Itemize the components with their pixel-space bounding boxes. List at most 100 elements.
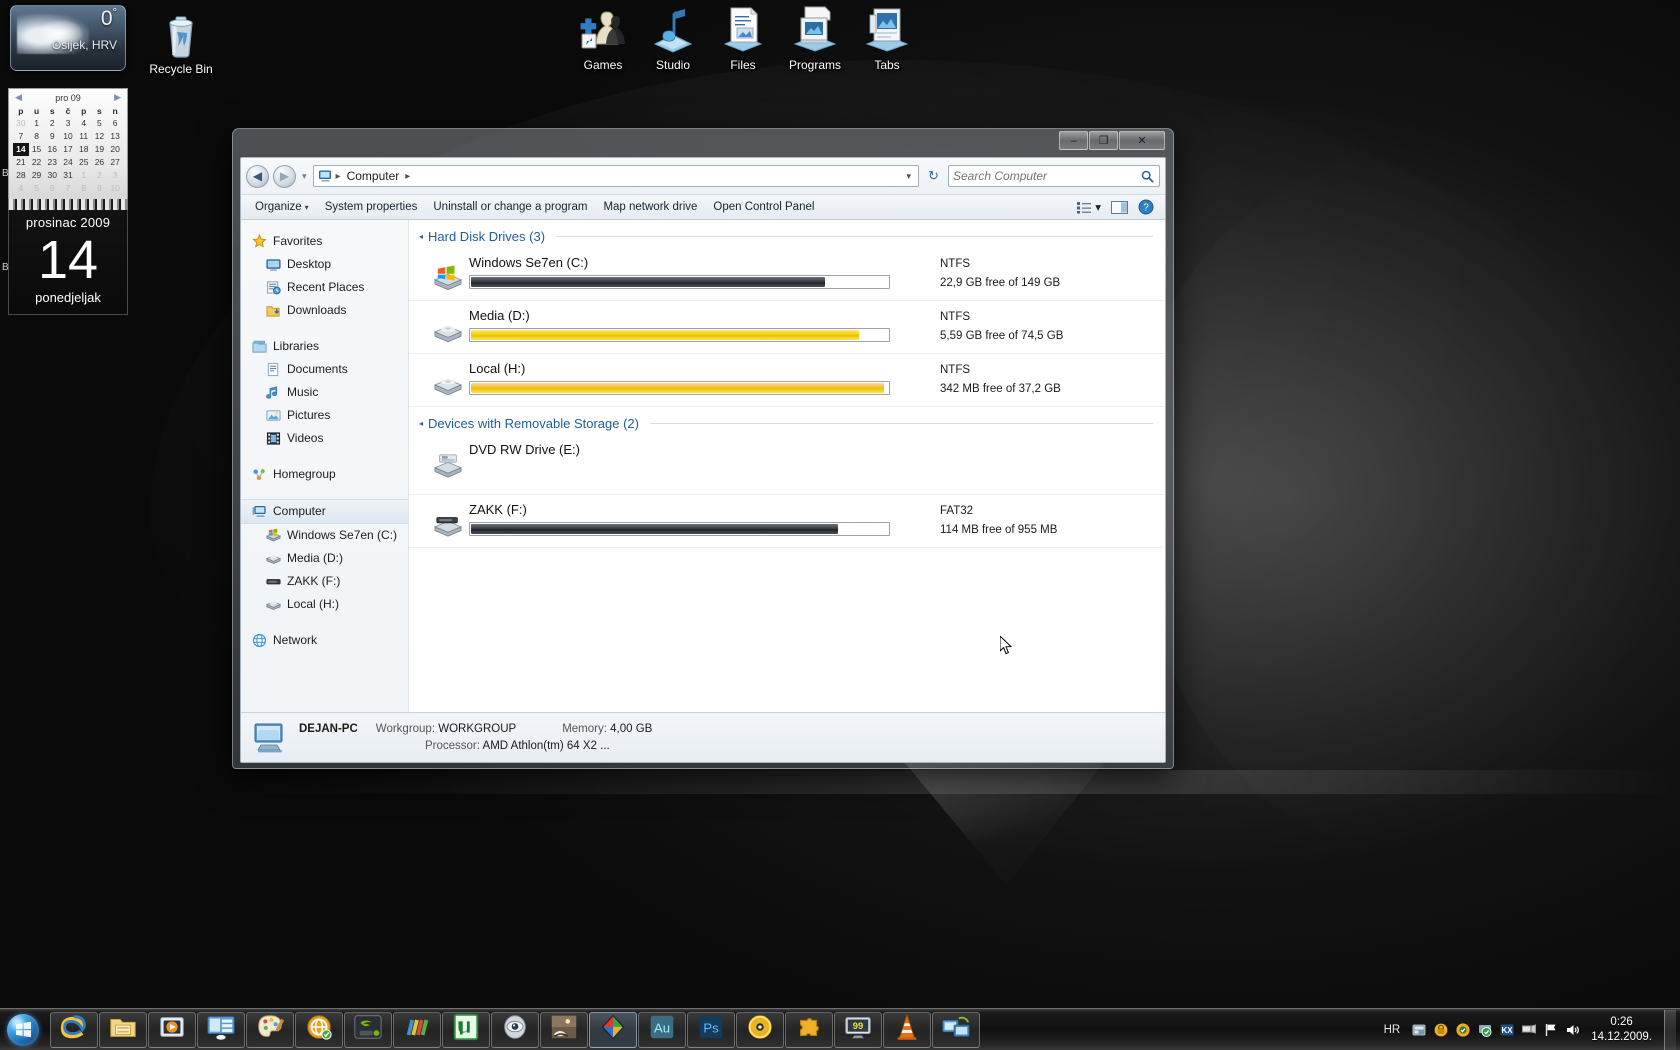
taskbar-item-display-settings[interactable] bbox=[197, 1011, 245, 1048]
command-uninstall-program[interactable]: Uninstall or change a program bbox=[425, 197, 595, 217]
tray-volume-icon[interactable] bbox=[1563, 1020, 1583, 1040]
command-map-network-drive[interactable]: Map network drive bbox=[595, 197, 705, 217]
help-button[interactable]: ? bbox=[1133, 196, 1159, 218]
calendar-day-cell[interactable]: 6 bbox=[44, 182, 60, 195]
chevron-down-icon[interactable]: ▾ bbox=[902, 171, 915, 182]
taskbar-item-nvidia-control-panel[interactable] bbox=[344, 1011, 392, 1048]
drive-row[interactable]: DVD DVD RW Drive (E:) bbox=[409, 435, 1165, 495]
calendar-day-cell[interactable]: 1 bbox=[76, 169, 92, 182]
taskbar-item-vlc-media-player[interactable] bbox=[883, 1011, 931, 1048]
taskbar-item-disc-burner[interactable] bbox=[736, 1011, 784, 1048]
calendar-day-cell[interactable]: 25 bbox=[76, 156, 92, 169]
calendar-day-cell[interactable]: 26 bbox=[92, 156, 108, 169]
address-bar[interactable]: ▸ Computer ▸ ▾ bbox=[312, 165, 919, 187]
command-open-control-panel[interactable]: Open Control Panel bbox=[705, 197, 822, 217]
minimize-button[interactable]: – bbox=[1059, 131, 1088, 150]
calendar-day-cell[interactable]: 3 bbox=[60, 117, 76, 130]
sidebar-item-windows-se7en-c[interactable]: Windows Se7en (C:) bbox=[241, 524, 408, 547]
calendar-day-cell[interactable]: 9 bbox=[44, 130, 60, 143]
sidebar-item-documents[interactable]: Documents bbox=[241, 358, 408, 381]
calendar-gadget[interactable]: ◀ pro 09 ▶ p u s č p s n 30 1 2 3 4 5 6 7 8 9 10 11 12 13 14 1… bbox=[8, 88, 128, 315]
calendar-day-cell[interactable]: 4 bbox=[76, 117, 92, 130]
refresh-icon[interactable]: ↻ bbox=[923, 166, 944, 187]
command-system-properties[interactable]: System properties bbox=[317, 197, 426, 217]
calendar-day-cell[interactable]: 21 bbox=[13, 156, 29, 169]
sidebar-item-pictures[interactable]: Pictures bbox=[241, 404, 408, 427]
taskbar-item-winrar[interactable] bbox=[393, 1011, 441, 1048]
explorer-window[interactable]: – ❐ ✕ ◀ ▶ ▾ ▸ Computer ▸ ▾ ↻ Search Comp… bbox=[232, 128, 1174, 769]
taskbar-item-adobe-audition[interactable]: Au bbox=[638, 1011, 686, 1048]
group-header[interactable]: ◂ Devices with Removable Storage (2) bbox=[409, 407, 1165, 435]
tray-update-icon[interactable] bbox=[1475, 1020, 1495, 1040]
calendar-day-cell[interactable]: 16 bbox=[44, 143, 60, 156]
calendar-day-cell[interactable]: 5 bbox=[29, 182, 45, 195]
clock[interactable]: 0:26 14.12.2009. bbox=[1585, 1015, 1660, 1045]
crumb-separator-trailing[interactable]: ▸ bbox=[405, 171, 410, 182]
drive-row[interactable]: Local (H:) NTFS 342 MB free of 37,2 GB bbox=[409, 354, 1165, 407]
tray-security-icon[interactable] bbox=[1431, 1020, 1451, 1040]
taskbar-item-puzzle-tool[interactable] bbox=[785, 1011, 833, 1048]
tray-action-center-icon[interactable] bbox=[1541, 1020, 1561, 1040]
command-organize[interactable]: Organize ▾ bbox=[247, 197, 317, 217]
calendar-day-cell[interactable]: 27 bbox=[107, 156, 123, 169]
calendar-day-cell[interactable]: 22 bbox=[29, 156, 45, 169]
sidebar-item-media-d[interactable]: Media (D:) bbox=[241, 547, 408, 570]
calendar-next-icon[interactable]: ▶ bbox=[112, 92, 123, 103]
forward-button[interactable]: ▶ bbox=[273, 164, 296, 188]
back-button[interactable]: ◀ bbox=[246, 164, 269, 188]
calendar-day-cell[interactable]: 6 bbox=[107, 117, 123, 130]
sidebar-item-downloads[interactable]: Downloads bbox=[241, 299, 408, 322]
start-button[interactable] bbox=[2, 1010, 44, 1050]
taskbar-item-remote-desktop[interactable] bbox=[932, 1011, 980, 1048]
calendar-prev-icon[interactable]: ◀ bbox=[13, 92, 24, 103]
calendar-day-cell[interactable]: 2 bbox=[92, 169, 108, 182]
sidebar-item-videos[interactable]: Videos bbox=[241, 427, 408, 450]
sidebar-item-libraries[interactable]: Libraries bbox=[241, 335, 408, 358]
calendar-today-cell[interactable]: 14 bbox=[13, 143, 29, 156]
tray-network-icon[interactable] bbox=[1519, 1020, 1539, 1040]
sidebar-item-desktop[interactable]: Desktop bbox=[241, 253, 408, 276]
maximize-button[interactable]: ❐ bbox=[1089, 131, 1118, 150]
recent-pages-dropdown-icon[interactable]: ▾ bbox=[300, 171, 309, 182]
search-input[interactable] bbox=[953, 169, 1135, 183]
calendar-day-cell[interactable]: 5 bbox=[92, 117, 108, 130]
search-icon[interactable] bbox=[1139, 168, 1155, 184]
calendar-day-cell[interactable]: 12 bbox=[92, 130, 108, 143]
show-desktop-button[interactable] bbox=[1664, 1009, 1676, 1050]
calendar-day-cell[interactable]: 1 bbox=[29, 117, 45, 130]
taskbar-item-windows-explorer[interactable] bbox=[99, 1011, 147, 1048]
calendar-day-cell[interactable]: 7 bbox=[13, 130, 29, 143]
calendar-day-cell[interactable]: 18 bbox=[76, 143, 92, 156]
calendar-day-cell[interactable]: 13 bbox=[107, 130, 123, 143]
calendar-day-cell[interactable]: 7 bbox=[60, 182, 76, 195]
sidebar-item-homegroup[interactable]: Homegroup bbox=[241, 463, 408, 486]
taskbar-item-color-wheel-app[interactable] bbox=[589, 1011, 637, 1048]
taskbar-item-paint[interactable] bbox=[246, 1011, 294, 1048]
breadcrumb-computer[interactable]: Computer bbox=[344, 168, 403, 184]
calendar-day-cell[interactable]: 24 bbox=[60, 156, 76, 169]
drive-row[interactable]: Windows Se7en (C:) NTFS 22,9 GB free of 1… bbox=[409, 248, 1165, 301]
calendar-day-cell[interactable]: 17 bbox=[60, 143, 76, 156]
close-button[interactable]: ✕ bbox=[1119, 131, 1165, 150]
drive-row[interactable]: Media (D:) NTFS 5,59 GB free of 74,5 GB bbox=[409, 301, 1165, 354]
taskbar-item-windows-media-player[interactable] bbox=[148, 1011, 196, 1048]
taskbar-item-system-monitor[interactable]: 99 bbox=[834, 1011, 882, 1048]
change-view-button[interactable]: ▾ bbox=[1072, 197, 1106, 217]
sidebar-item-local-h[interactable]: Local (H:) bbox=[241, 593, 408, 616]
drive-row[interactable]: ZAKK (F:) FAT32 114 MB free of 955 MB bbox=[409, 495, 1165, 548]
show-preview-pane-button[interactable] bbox=[1106, 198, 1133, 217]
sidebar-item-computer[interactable]: Computer bbox=[241, 499, 408, 524]
taskbar-item-eye-utility[interactable] bbox=[491, 1011, 539, 1048]
taskbar-item-internet-explorer[interactable] bbox=[50, 1011, 98, 1048]
group-header[interactable]: ◂ Hard Disk Drives (3) bbox=[409, 220, 1165, 248]
calendar-day-cell[interactable]: 20 bbox=[107, 143, 123, 156]
calendar-day-cell[interactable]: 19 bbox=[92, 143, 108, 156]
taskbar-item-opera-browser[interactable] bbox=[295, 1011, 343, 1048]
calendar-day-cell[interactable]: 28 bbox=[13, 169, 29, 182]
calendar-day-cell[interactable]: 2 bbox=[44, 117, 60, 130]
calendar-day-cell[interactable]: 3 bbox=[107, 169, 123, 182]
calendar-day-cell[interactable]: 29 bbox=[29, 169, 45, 182]
calendar-day-cell[interactable]: 15 bbox=[29, 143, 45, 156]
collapse-triangle-icon[interactable]: ◂ bbox=[419, 419, 423, 428]
window-titlebar[interactable]: – ❐ ✕ bbox=[240, 129, 1166, 157]
